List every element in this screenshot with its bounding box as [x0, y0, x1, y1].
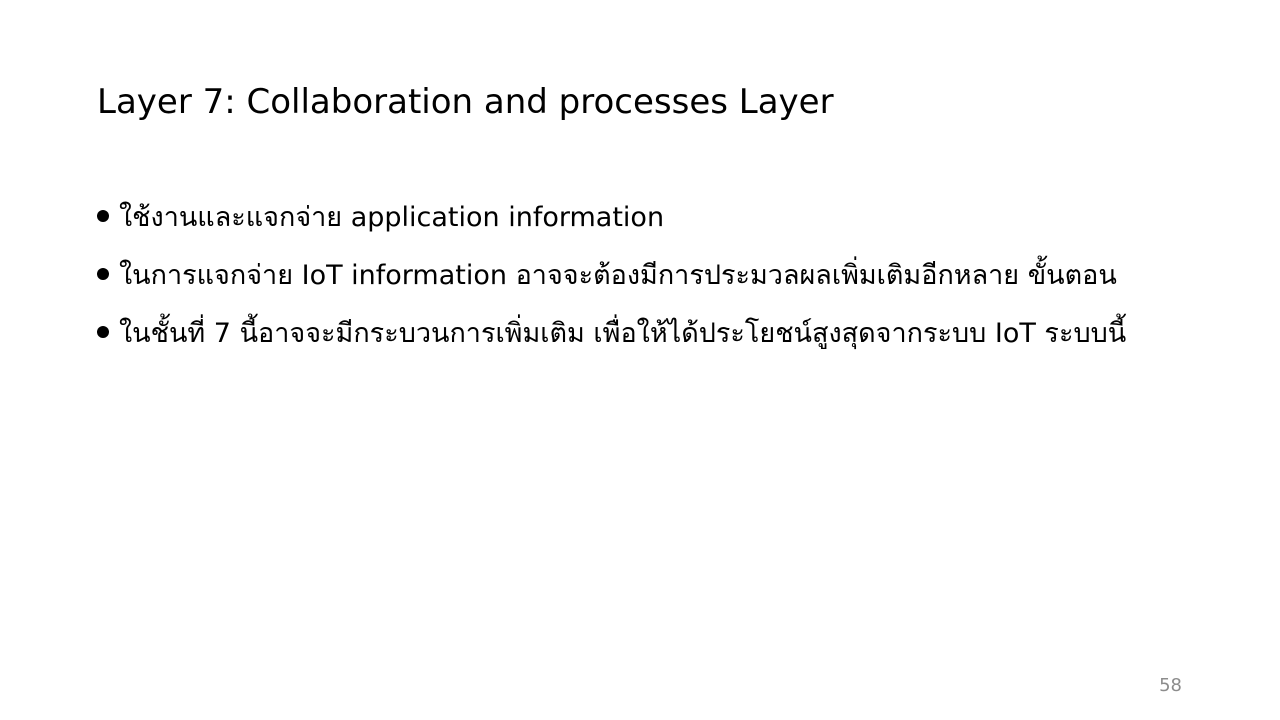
bullet-item: ในการแจกจ่าย IoT information อาจจะต้องมี…: [97, 256, 1137, 296]
bullet-dot-icon: [97, 210, 109, 222]
slide: Layer 7: Collaboration and processes Lay…: [0, 0, 1280, 720]
slide-number: 58: [1159, 675, 1182, 696]
bullet-dot-icon: [97, 268, 109, 280]
bullet-text: ในชั้นที่ 7 นี้อาจจะมีกระบวนการเพิ่มเติม…: [119, 318, 1127, 349]
bullet-item: ใช้งานและแจกจ่าย application information: [97, 198, 1137, 238]
bullet-list: ใช้งานและแจกจ่าย application information…: [97, 198, 1137, 372]
bullet-text: ใช้งานและแจกจ่าย application information: [119, 202, 665, 233]
bullet-text: ในการแจกจ่าย IoT information อาจจะต้องมี…: [119, 260, 1117, 291]
bullet-item: ในชั้นที่ 7 นี้อาจจะมีกระบวนการเพิ่มเติม…: [97, 314, 1137, 354]
bullet-dot-icon: [97, 326, 109, 338]
slide-title: Layer 7: Collaboration and processes Lay…: [97, 82, 834, 122]
